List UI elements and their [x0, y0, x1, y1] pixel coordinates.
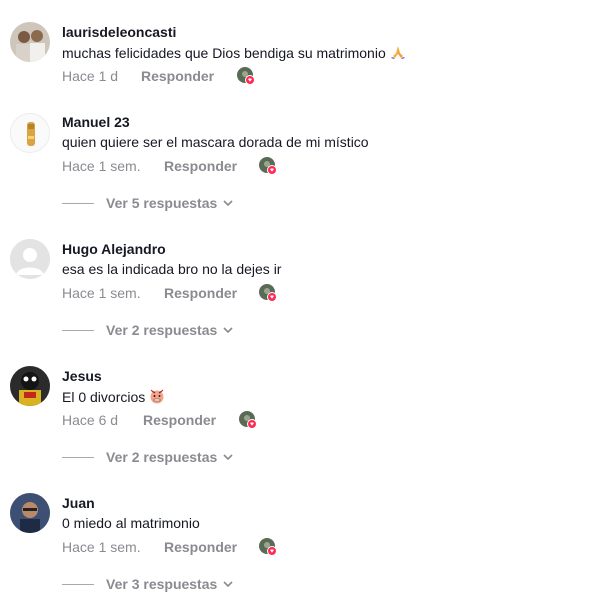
creator-liked-badge-icon [259, 284, 277, 302]
view-replies-label: Ver 2 respuestas [106, 322, 218, 338]
comment-time: Hace 1 sem. [62, 539, 141, 555]
angry-face-icon [150, 389, 164, 404]
comment-text: quien quiere ser el mascara dorada de mi… [62, 134, 369, 150]
comment-username[interactable]: Jesus [62, 368, 102, 384]
comment-item: laurisdeleoncasti muchas felicidades que… [0, 22, 590, 94]
view-replies-button[interactable]: Ver 3 respuestas [62, 575, 262, 595]
comment-username[interactable]: Hugo Alejandro [62, 241, 166, 257]
reply-button[interactable]: Responder [143, 412, 216, 428]
divider [62, 330, 94, 331]
view-replies-label: Ver 3 respuestas [106, 576, 218, 592]
comment-username[interactable]: laurisdeleoncasti [62, 24, 176, 40]
praying-hands-icon [390, 46, 405, 59]
comment-item: Juan 0 miedo al matrimonio Hace 1 sem. R… [0, 493, 590, 602]
view-replies-label: Ver 5 respuestas [106, 195, 218, 211]
comment-time: Hace 1 sem. [62, 285, 141, 301]
divider [62, 584, 94, 585]
comment-time: Hace 1 sem. [62, 158, 141, 174]
comment-time: Hace 1 d [62, 68, 119, 84]
comment-time: Hace 6 d [62, 412, 119, 428]
reply-button[interactable]: Responder [141, 68, 214, 84]
avatar[interactable] [10, 366, 50, 406]
comment-username[interactable]: Juan [62, 495, 95, 511]
view-replies-button[interactable]: Ver 5 respuestas [62, 194, 262, 214]
reply-button[interactable]: Responder [164, 158, 237, 174]
chevron-down-icon [223, 327, 233, 334]
creator-liked-badge-icon [237, 67, 255, 85]
comment-item: Manuel 23 quien quiere ser el mascara do… [0, 113, 590, 224]
comment-item: Hugo Alejandro esa es la indicada bro no… [0, 239, 590, 351]
avatar[interactable] [10, 113, 50, 153]
view-replies-label: Ver 2 respuestas [106, 449, 218, 465]
view-replies-button[interactable]: Ver 2 respuestas [62, 321, 262, 341]
creator-liked-badge-icon [259, 538, 277, 556]
avatar[interactable] [10, 22, 50, 62]
creator-liked-badge-icon [259, 157, 277, 175]
comment-text: 0 miedo al matrimonio [62, 515, 200, 531]
avatar[interactable] [10, 239, 50, 279]
divider [62, 203, 94, 204]
comment-item: Jesus El 0 divorcios Hace 6 d Responder … [0, 366, 590, 478]
comment-text: esa es la indicada bro no la dejes ir [62, 261, 282, 277]
comment-text: El 0 divorcios [62, 388, 165, 405]
comment-username[interactable]: Manuel 23 [62, 114, 130, 130]
creator-liked-badge-icon [239, 411, 257, 429]
comment-text: muchas felicidades que Dios bendiga su m… [62, 44, 406, 61]
reply-button[interactable]: Responder [164, 285, 237, 301]
view-replies-button[interactable]: Ver 2 respuestas [62, 448, 262, 468]
chevron-down-icon [223, 200, 233, 207]
chevron-down-icon [223, 454, 233, 461]
avatar[interactable] [10, 493, 50, 533]
chevron-down-icon [223, 581, 233, 588]
reply-button[interactable]: Responder [164, 539, 237, 555]
divider [62, 457, 94, 458]
default-avatar-icon [10, 239, 50, 279]
